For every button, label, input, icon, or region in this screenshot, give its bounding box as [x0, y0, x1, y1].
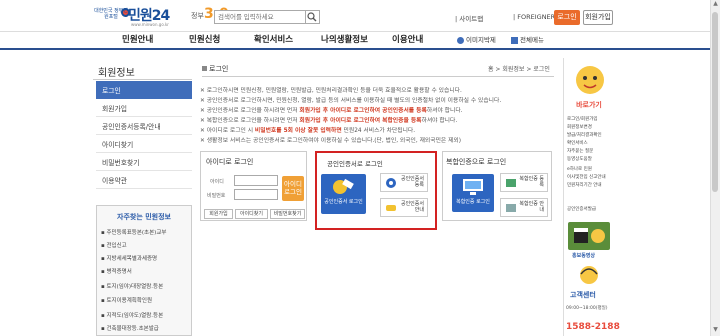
quick-link[interactable]: 로그인/회원가입 [567, 116, 598, 122]
nav-item-usage-guide[interactable]: 이용안내 [392, 33, 423, 45]
quick-link[interactable]: 이사및전입 신고안내 [567, 174, 606, 180]
sidebar-divider [93, 79, 192, 80]
promo-label: 홍보동영상 [572, 253, 596, 259]
scroll-up-arrow-icon[interactable]: ▲ [711, 0, 720, 9]
sidebar-item-cert[interactable]: 공인인증서등록/안내 [96, 117, 192, 135]
logo-url: www.minwon.go.kr [131, 22, 169, 27]
search-input[interactable] [214, 10, 306, 24]
sidebar-title: 회원정보 [98, 68, 135, 79]
nav-item-minwon-guide[interactable]: 민원안내 [122, 33, 153, 45]
frequent-link[interactable]: ▪ 지적도(임야도)열람.등본 [101, 311, 191, 319]
foreigner-link[interactable]: | FOREIGNER [513, 13, 555, 21]
header-login-button[interactable]: 로그인 [554, 10, 580, 25]
mobile-register-button[interactable]: 복합인증 등록 [500, 173, 548, 192]
mobile-login-button[interactable]: 복합인증 로그인 [452, 174, 494, 212]
quick-link[interactable]: 공인인증서발급 [567, 206, 596, 212]
scroll-thumb[interactable] [712, 12, 718, 192]
search-icon [307, 12, 317, 22]
notice-line: ✕ 공인인증서로 로그인하시면, 민원신청, 열람, 발급 등의 서비스를 이용… [200, 98, 502, 104]
frequent-link[interactable]: ▪ 지방세세목별과세증명 [101, 254, 191, 262]
breadcrumb: 홈 > 회원정보 > 로그인 [488, 66, 550, 73]
find-id-button[interactable]: 아이디찾기 [235, 209, 268, 219]
quick-link[interactable]: 동영상도움말 [567, 156, 592, 162]
quick-title: 바로가기 [566, 100, 612, 112]
id-input[interactable] [234, 175, 278, 186]
title-divider [202, 76, 554, 77]
notice-line: ✕ 로그인하시면 민원신청, 민원열람, 민원발급, 민원처리결과확인 등을 더… [200, 88, 462, 94]
my-image-link[interactable]: 이미지박제 [457, 34, 496, 44]
frequent-link[interactable]: ▪ 건축물대장등.초본발급 [101, 324, 191, 332]
nav-item-check-service[interactable]: 확인서비스 [254, 33, 293, 45]
sidebar-item-terms[interactable]: 이용약관 [96, 171, 192, 189]
frequent-link[interactable]: ▪ 주민등록표등본(초본)교부 [101, 228, 191, 236]
gov30-label: 정부 [191, 12, 204, 20]
all-menu-link[interactable]: 전체메뉴 [511, 34, 544, 44]
scroll-down-arrow-icon[interactable]: ▼ [711, 326, 720, 335]
cert-guide-button[interactable]: 공인인증서 안내 [380, 198, 428, 217]
sidebar-item-join[interactable]: 회원가입 [96, 99, 192, 117]
page-title: 로그인 [202, 64, 228, 74]
cert-guide-icon [386, 205, 396, 211]
quick-link[interactable]: 민원처리기간 안내 [567, 182, 602, 188]
frequent-link[interactable]: ▪ 토지이용계획확인원 [101, 296, 191, 304]
notice-line: ✕ 공인인증서로 로그인을 하시려면 먼저 회원가입 후 아이디로 로그인하여 … [200, 108, 463, 114]
cert-register-button[interactable]: 공인인증서 등록 [380, 173, 428, 192]
id-login-button[interactable]: 아이디 로그인 [282, 176, 304, 201]
call-center-icon [576, 264, 602, 286]
cert-login-title: 공인인증서로 로그인 [327, 160, 383, 168]
nav-item-minwon-apply[interactable]: 민원신청 [189, 33, 220, 45]
mascot-icon [570, 62, 610, 100]
quick-link[interactable]: 회원정보변경 [567, 124, 592, 130]
quick-link[interactable]: 확인서비스 [567, 140, 588, 146]
promo-video-banner[interactable] [568, 222, 610, 250]
quick-link[interactable]: e하나로 민원 [567, 166, 592, 172]
password-input[interactable] [234, 189, 278, 200]
person-icon [457, 36, 464, 44]
join-button[interactable]: 회원가입 [204, 209, 233, 219]
sidebar-item-find-id[interactable]: 아이디찾기 [96, 135, 192, 153]
frequent-link[interactable]: ▪ 전입신고 [101, 241, 191, 249]
search-button[interactable] [306, 10, 320, 24]
menu-grid-icon [511, 36, 518, 44]
mobile-login-title: 복합인증으로 로그인 [446, 158, 507, 166]
frequent-link[interactable]: ▪ 토지(임야)대장열람.등본 [101, 282, 191, 290]
cert-register-icon [386, 178, 396, 188]
mobile-guide-button[interactable]: 복합인증 안내 [500, 198, 548, 217]
find-pw-button[interactable]: 비밀번호찾기 [270, 209, 305, 219]
frequent-link[interactable]: ▪ 병적증명서 [101, 267, 191, 275]
video-clapper-icon [574, 228, 605, 243]
mobile-register-icon [506, 179, 516, 187]
sidebar-item-login[interactable]: 로그인 [96, 81, 192, 99]
quick-link[interactable]: 자주묻는 질문 [567, 148, 593, 154]
id-label: 아이디 [210, 179, 224, 185]
frequent-minwon-title: 자주찾는 민원정보 [117, 213, 171, 221]
call-center-number: 1588-2188 [566, 322, 620, 332]
monitor-icon [463, 179, 483, 195]
cert-login-button[interactable]: 공인인증서 로그인 [321, 174, 366, 214]
notice-line: ✕ 생활정보 서비스는 공인인증서로 로그인하여야 이용하실 수 있습니다.(단… [200, 138, 462, 144]
logo-gov-text: 대한민국 정부민원포털 [94, 8, 128, 20]
call-center-title: 고객센터 [570, 291, 596, 299]
quick-link[interactable]: 발급/처리결과확인 [567, 132, 602, 138]
header-join-button[interactable]: 회원가입 [583, 10, 613, 25]
nav-item-my-life[interactable]: 나의생활정보 [321, 33, 368, 45]
mobile-guide-icon [506, 204, 516, 212]
cert-usb-icon [332, 178, 354, 194]
title-bullet-icon [202, 66, 207, 71]
sidebar-item-find-pw[interactable]: 비밀번호찾기 [96, 153, 192, 171]
sitemap-link[interactable]: | 사이트맵 [455, 13, 483, 23]
notice-line: ✕ 복합인증으로 로그인을 하시려면 먼저 회원가입 후 아이디로 로그인하여 … [200, 118, 458, 124]
id-login-title: 아이디로 로그인 [206, 158, 254, 166]
call-center-hours: 09:00~18:00(평일) [566, 306, 608, 311]
notice-line: ✕ 아이디로 로그인 시 비밀번호를 5회 이상 잘못 입력하면 민원24 서비… [200, 128, 416, 134]
pw-label: 비밀번호 [207, 193, 226, 199]
